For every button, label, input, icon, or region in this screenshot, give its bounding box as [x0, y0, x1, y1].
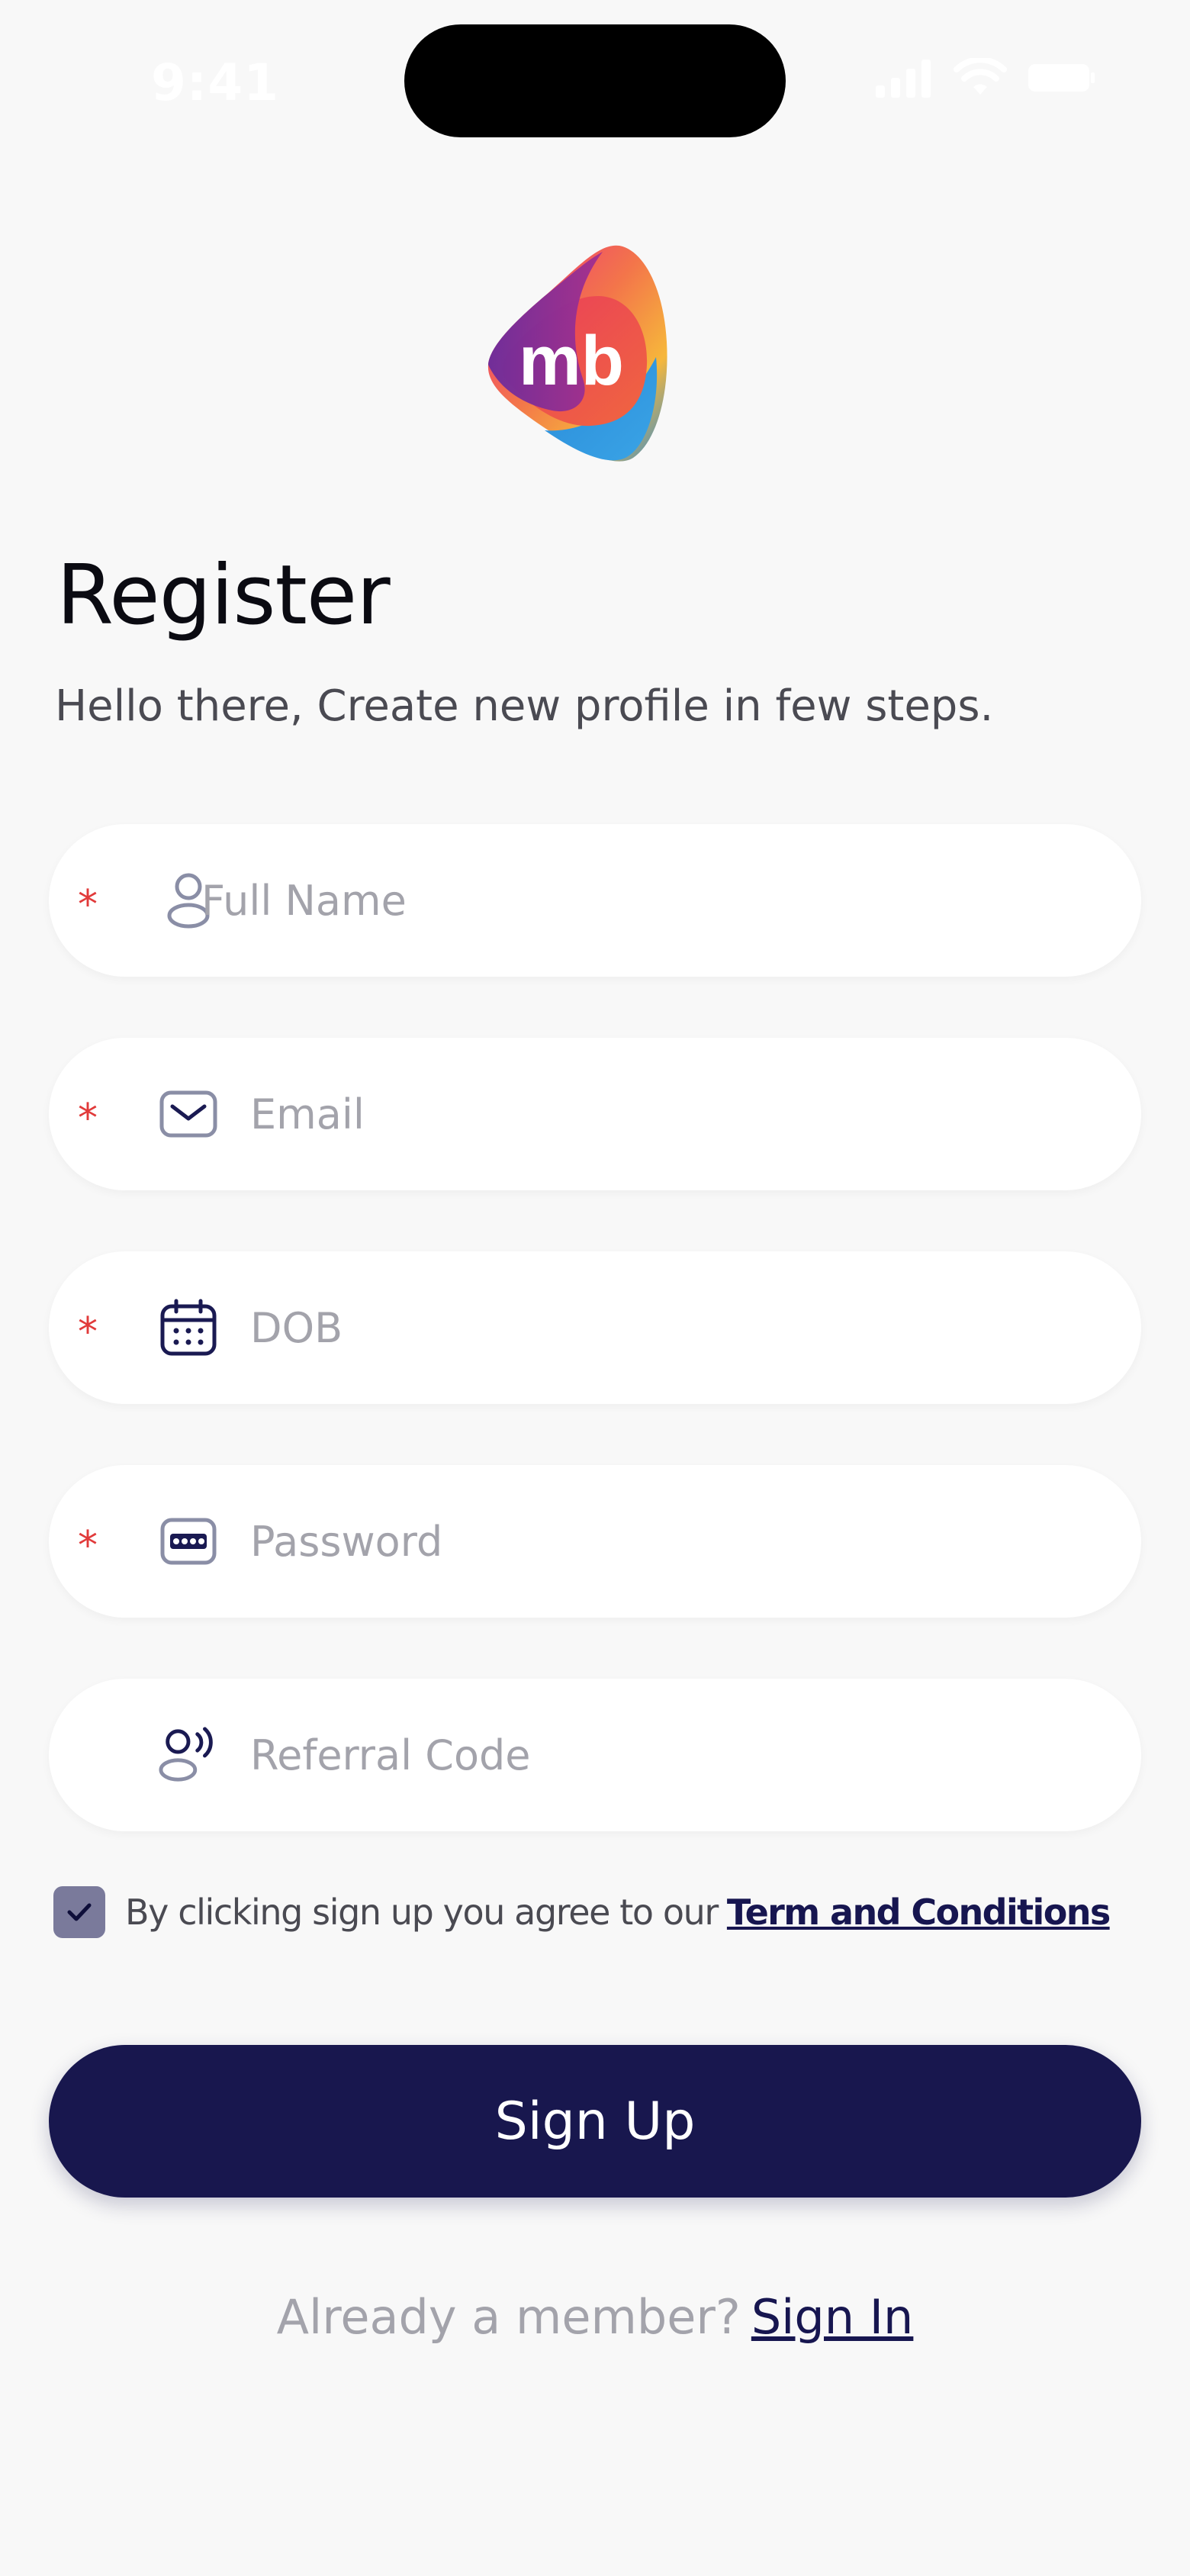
- email-field[interactable]: *: [49, 1038, 1150, 1190]
- terms-agreement: By clicking sign up you agree to our Ter…: [53, 1886, 1111, 1938]
- password-field[interactable]: *: [49, 1465, 1150, 1618]
- status-time: 9:41: [151, 53, 280, 112]
- page-subtitle: Hello there, Create new profile in few s…: [55, 681, 994, 731]
- page-title: Register: [56, 548, 391, 643]
- status-icons: [876, 58, 1095, 98]
- email-input[interactable]: [250, 1068, 1150, 1160]
- full-name-input[interactable]: [201, 855, 1102, 946]
- required-marker: *: [78, 1096, 98, 1141]
- required-marker: *: [78, 1523, 98, 1569]
- battery-icon: [1028, 64, 1095, 92]
- required-marker: *: [78, 1309, 98, 1355]
- calendar-icon: [159, 1296, 218, 1360]
- referral-icon: [159, 1723, 218, 1787]
- member-text: Already a member?: [276, 2289, 741, 2345]
- check-icon: [67, 1903, 92, 1921]
- dob-input[interactable]: [250, 1282, 1150, 1373]
- terms-text: By clicking sign up you agree to our: [125, 1892, 719, 1933]
- terms-checkbox[interactable]: [53, 1886, 105, 1938]
- sign-in-link[interactable]: Sign In: [751, 2289, 914, 2345]
- referral-code-field[interactable]: [49, 1679, 1150, 1831]
- mail-icon: [159, 1082, 218, 1146]
- dynamic-island: [404, 24, 786, 137]
- mb-logo: mb: [487, 245, 667, 462]
- password-icon: [159, 1509, 218, 1573]
- svg-text:mb: mb: [519, 322, 624, 400]
- register-screen: 9:41 mb Register Hello there, Create new…: [0, 0, 1190, 2576]
- dob-field[interactable]: *: [49, 1251, 1150, 1404]
- wifi-icon: [954, 58, 1007, 95]
- sign-in-prompt: Already a member? Sign In: [0, 2289, 1190, 2345]
- sign-up-button[interactable]: Sign Up: [49, 2045, 1141, 2198]
- referral-code-input[interactable]: [250, 1709, 1150, 1801]
- required-marker: *: [78, 882, 98, 928]
- signal-icon: [876, 60, 931, 98]
- terms-link[interactable]: Term and Conditions: [727, 1892, 1111, 1933]
- password-input[interactable]: [250, 1496, 1150, 1587]
- full-name-field[interactable]: *: [49, 824, 1141, 977]
